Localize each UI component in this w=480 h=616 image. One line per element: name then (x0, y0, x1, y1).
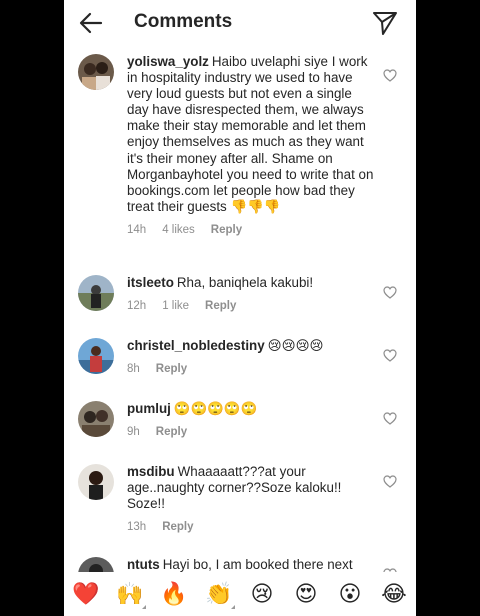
heart-outline-icon[interactable] (383, 412, 397, 425)
comment-meta: 12h 1 like Reply (127, 300, 377, 312)
reply-button[interactable]: Reply (211, 224, 242, 236)
emoji-clapping-hands-icon: 👏 (205, 581, 233, 606)
comment-username[interactable]: msdibu (127, 464, 175, 479)
comment-text: pumluj 🙄🙄🙄🙄🙄 (127, 401, 377, 417)
comment-time: 9h (127, 426, 140, 439)
reply-button[interactable]: Reply (205, 300, 236, 312)
comment-item: pumluj 🙄🙄🙄🙄🙄 9h Reply (64, 401, 416, 443)
comment-item: ntuts Hayi bo, I am booked there next (64, 557, 416, 572)
comment-item: yoliswa_yolz Haibo uvelaphi siye I work i… (64, 52, 416, 262)
comment-text: ntuts Hayi bo, I am booked there next (127, 557, 377, 572)
comment-time: 13h (127, 521, 147, 534)
page-title: Comments (134, 11, 233, 32)
comment-time: 12h (127, 300, 147, 313)
emoji-heart-eyes-button[interactable]: 😍 (293, 581, 319, 607)
avatar[interactable] (78, 464, 114, 500)
comments-screen: Comments yoliswa_yolz Haibo uvelaphi siye… (64, 0, 416, 616)
emoji-raised-hands-icon: 🙌 (116, 581, 144, 606)
comment-meta: 8h Reply (127, 363, 377, 375)
comment-item: christel_nobledestiny 😢😢😢😢 8h Reply (64, 338, 416, 380)
comment-item: msdibu Whaaaaatt???at your age..naughty c… (64, 464, 416, 536)
emoji-open-mouth-button[interactable]: 😮 (337, 581, 363, 607)
avatar[interactable] (78, 557, 114, 572)
avatar[interactable] (78, 338, 114, 374)
avatar[interactable] (78, 275, 114, 311)
emoji-raised-hands-button[interactable]: 🙌 (116, 581, 146, 609)
comment-username[interactable]: pumluj (127, 401, 171, 416)
emoji-clapping-hands-button[interactable]: 👏 (205, 581, 235, 609)
comment-likes[interactable]: 1 like (162, 300, 189, 312)
avatar[interactable] (78, 401, 114, 437)
comment-emoji: 🙄🙄🙄🙄🙄 (173, 401, 258, 416)
comment-username[interactable]: yoliswa_yolz (127, 54, 209, 69)
comment-text: yoliswa_yolz Haibo uvelaphi siye I work i… (127, 54, 377, 215)
comment-body: ntuts Hayi bo, I am booked there next (127, 557, 377, 572)
send-icon[interactable] (371, 9, 399, 37)
comment-text: christel_nobledestiny 😢😢😢😢 (127, 338, 377, 354)
reply-button[interactable]: Reply (156, 363, 187, 375)
heart-outline-icon[interactable] (383, 69, 397, 82)
comment-time: 8h (127, 363, 140, 376)
comment-emoji: 😢😢😢😢 (267, 338, 324, 353)
comment-list: yoliswa_yolz Haibo uvelaphi siye I work i… (64, 46, 416, 572)
comment-body: christel_nobledestiny 😢😢😢😢 8h Reply (127, 338, 377, 375)
back-arrow-icon[interactable] (78, 10, 104, 36)
emoji-fire-button[interactable]: 🔥 (160, 581, 187, 607)
comment-message: Haibo uvelaphi siye I work in hospitalit… (127, 54, 374, 214)
comment-text: itsleeto Rha, baniqhela kakubi! (127, 275, 377, 291)
heart-outline-icon[interactable] (383, 349, 397, 362)
variant-indicator-icon (142, 605, 146, 609)
avatar[interactable] (78, 54, 114, 90)
comment-likes[interactable]: 4 likes (162, 224, 195, 236)
comment-emoji: 👎👎👎 (230, 198, 281, 214)
reply-button[interactable]: Reply (156, 426, 187, 438)
comment-username[interactable]: ntuts (127, 557, 160, 572)
comment-body: itsleeto Rha, baniqhela kakubi! 12h 1 like… (127, 275, 377, 312)
variant-indicator-icon (231, 605, 235, 609)
emoji-red-heart-button[interactable]: ❤️ (72, 581, 99, 607)
emoji-crying-face-button[interactable]: 😢 (249, 581, 275, 607)
heart-outline-icon[interactable] (383, 475, 397, 488)
quick-emoji-bar: ❤️ 🙌 🔥 👏 😢 😍 😮 😂 (64, 572, 416, 616)
comment-meta: 14h 4 likes Reply (127, 224, 377, 236)
comment-time: 14h (127, 223, 147, 236)
comment-item: itsleeto Rha, baniqhela kakubi! 12h 1 like… (64, 275, 416, 317)
comment-body: pumluj 🙄🙄🙄🙄🙄 9h Reply (127, 401, 377, 438)
comment-meta: 9h Reply (127, 426, 377, 438)
comment-text: msdibu Whaaaaatt???at your age..naughty c… (127, 464, 377, 512)
comment-username[interactable]: itsleeto (127, 275, 174, 290)
emoji-tears-of-joy-button[interactable]: 😂 (381, 581, 407, 607)
comment-message: Rha, baniqhela kakubi! (176, 275, 314, 290)
reply-button[interactable]: Reply (162, 521, 193, 533)
comment-username[interactable]: christel_nobledestiny (127, 338, 265, 353)
comment-body: yoliswa_yolz Haibo uvelaphi siye I work i… (127, 54, 377, 236)
comments-header: Comments (64, 0, 416, 46)
heart-outline-icon[interactable] (383, 286, 397, 299)
comment-body: msdibu Whaaaaatt???at your age..naughty c… (127, 464, 377, 533)
comment-meta: 13h Reply (127, 521, 377, 533)
comment-message: Hayi bo, I am booked there next (162, 557, 353, 572)
